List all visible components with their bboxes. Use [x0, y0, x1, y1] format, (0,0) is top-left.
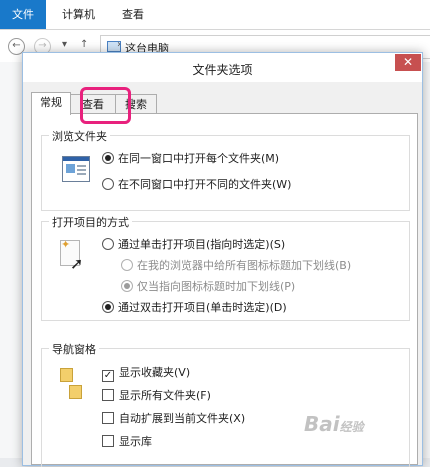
navigation-pane-group: 导航窗格 ✓ 显示收藏夹(V) 显示所有文件夹(F) 自动扩展到当前文件夹(X) … [41, 341, 410, 467]
navigation-pane-title: 导航窗格 [49, 341, 99, 357]
view-tab-highlight [80, 87, 131, 124]
folder-options-dialog: 文件夹选项 ✕ 常规 查看 搜索 浏览文件夹 在同一窗口中打开每个文件夹(M) … [22, 52, 423, 467]
radio-single-click[interactable]: 通过单击打开项目(指向时选定)(S) [102, 236, 285, 252]
ribbon-tab-computer[interactable]: 计算机 [62, 0, 95, 29]
radio-underline-browser[interactable]: 在我的浏览器中给所有图标标题加下划线(B) [121, 257, 351, 273]
radio-new-window[interactable]: 在不同窗口中打开不同的文件夹(W) [102, 176, 291, 192]
chevron-right-icon: › [117, 39, 121, 50]
navigation-pane [0, 62, 22, 458]
click-pointer-icon: ✦ ➚ [60, 238, 84, 273]
checkbox-show-favorites[interactable]: ✓ 显示收藏夹(V) [102, 364, 190, 382]
radio-underline-hover[interactable]: 仅当指向图标标题时加下划线(P) [121, 278, 295, 294]
radio-double-click[interactable]: 通过双击打开项目(单击时选定)(D) [102, 299, 287, 315]
checkbox[interactable] [102, 389, 114, 401]
radio-button-selected[interactable] [102, 152, 114, 164]
checkbox-show-all-folders[interactable]: 显示所有文件夹(F) [102, 387, 211, 403]
radio-button-disabled[interactable] [121, 259, 133, 271]
dialog-title: 文件夹选项 [192, 63, 253, 77]
tab-general[interactable]: 常规 [31, 92, 71, 115]
radio-button[interactable] [102, 178, 114, 190]
browse-folders-icon [62, 156, 90, 182]
open-items-group: 打开项目的方式 ✦ ➚ 通过单击打开项目(指向时选定)(S) 在我的浏览器中给所有… [41, 214, 410, 321]
folder-icon [69, 385, 82, 399]
browse-folders-group: 浏览文件夹 在同一窗口中打开每个文件夹(M) 在不同窗口中打开不同的文件夹(W) [41, 128, 410, 211]
radio-button[interactable] [102, 238, 114, 250]
ribbon: 文件 计算机 查看 [0, 0, 430, 30]
ribbon-tab-file[interactable]: 文件 [0, 0, 46, 29]
recent-dropdown-icon[interactable]: ▾ [62, 39, 67, 50]
dialog-titlebar: 文件夹选项 ✕ [23, 53, 422, 82]
checkbox[interactable] [102, 435, 114, 447]
checkbox-checked[interactable]: ✓ [102, 370, 114, 382]
close-icon[interactable]: ✕ [395, 54, 421, 71]
checkbox-auto-expand[interactable]: 自动扩展到当前文件夹(X) [102, 410, 245, 426]
browse-folders-title: 浏览文件夹 [49, 128, 110, 144]
radio-button-selected[interactable] [102, 301, 114, 313]
watermark-logo: Bai经验 [304, 412, 364, 436]
checkbox[interactable] [102, 412, 114, 424]
checkbox-show-libraries[interactable]: 显示库 [102, 433, 152, 449]
radio-button-disabled-selected[interactable] [121, 280, 133, 292]
folder-icon [60, 368, 73, 382]
up-arrow-icon[interactable]: ↑ [80, 39, 88, 50]
radio-same-window[interactable]: 在同一窗口中打开每个文件夹(M) [102, 150, 279, 166]
open-items-title: 打开项目的方式 [49, 214, 132, 230]
ribbon-tab-view[interactable]: 查看 [122, 0, 144, 29]
